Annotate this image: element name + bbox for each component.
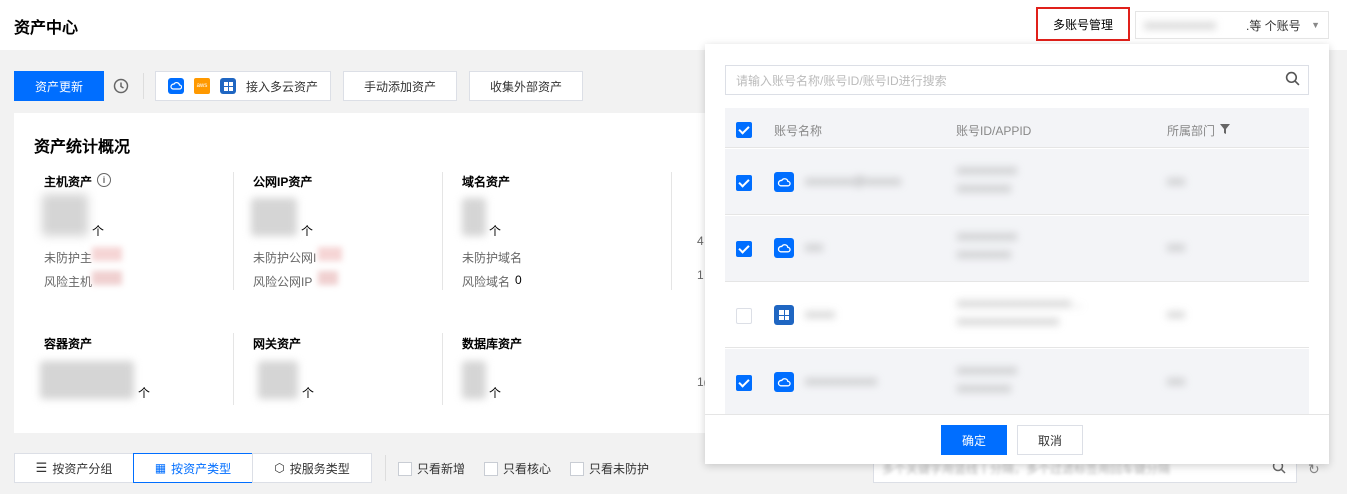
account-name: xxxxx — [805, 307, 835, 321]
public-ip-asset-label: 公网IP资产 — [253, 175, 313, 189]
public-ip-asset-unit: 个 — [301, 224, 314, 238]
tencent-cloud-icon — [774, 372, 794, 392]
public-ip-unprotected-label: 未防护公网I — [253, 251, 317, 265]
public-ip-risk-label: 风险公网IP — [253, 275, 313, 289]
domain-asset-unit: 个 — [489, 224, 502, 238]
partial-stat-num: 1 — [697, 268, 704, 282]
stat-divider — [233, 172, 234, 290]
account-appid: xxxxxxxxx — [957, 181, 1011, 195]
info-icon[interactable]: i — [97, 173, 111, 187]
select-all-checkbox[interactable] — [736, 122, 752, 138]
host-asset-label: 主机资产 — [44, 175, 93, 189]
container-asset-label: 容器资产 — [44, 337, 93, 351]
host-unprotected-label: 未防护主 — [44, 251, 93, 265]
gateway-asset-count — [258, 361, 298, 399]
tencent-cloud-icon — [774, 238, 794, 258]
overview-title: 资产统计概况 — [34, 139, 131, 156]
row-checkbox[interactable] — [736, 308, 752, 324]
container-asset-count — [40, 361, 134, 399]
only-new-checkbox[interactable]: 只看新增 — [398, 460, 465, 477]
column-account-name: 账号名称 — [774, 124, 823, 138]
stat-divider — [442, 172, 443, 290]
database-asset-count — [462, 361, 486, 399]
collect-external-asset-button[interactable]: 收集外部资产 — [469, 71, 583, 101]
account-row[interactable]: xxxxxxxx@xxxxxx xxxxxxxxxx xxxxxxxxx xxx — [725, 149, 1309, 215]
public-ip-asset-count — [251, 198, 297, 236]
host-risk-label: 风险主机 — [44, 275, 93, 289]
account-appid: xxxxxxxxx — [957, 247, 1011, 261]
tencent-cloud-icon — [774, 172, 794, 192]
only-core-checkbox[interactable]: 只看核心 — [484, 460, 551, 477]
account-selector-text: .等 个账号 — [1246, 18, 1301, 33]
multi-account-label: 多账号管理 — [1052, 17, 1113, 32]
column-account-id: 账号ID/APPID — [956, 124, 1032, 138]
database-asset-unit: 个 — [489, 386, 502, 400]
confirm-button[interactable]: 确定 — [941, 425, 1007, 455]
filter-divider — [385, 455, 386, 481]
host-asset-count — [42, 194, 88, 236]
account-selector[interactable]: xxxxxxxxxxxx .等 个账号 ▼ — [1135, 11, 1329, 39]
multi-account-button[interactable]: 多账号管理 — [1036, 7, 1130, 41]
view-by-group-tab[interactable]: ☰ 按资产分组 — [14, 453, 134, 483]
filter-icon[interactable] — [1220, 123, 1230, 137]
multi-cloud-access-button[interactable]: aws 接入多云资产 — [155, 71, 331, 101]
stat-divider — [233, 333, 234, 405]
history-clock-icon[interactable] — [113, 78, 129, 97]
account-name: xxxxxxxxxxxx — [805, 374, 877, 388]
cube-icon: ⬡ — [274, 461, 285, 475]
account-row[interactable]: xxx xxxxxxxxxx xxxxxxxxx xxx — [725, 216, 1309, 282]
multi-account-panel: 请输入账号名称/账号ID/账号ID进行搜索 账号名称 账号ID/APPID 所属… — [705, 44, 1329, 464]
row-checkbox[interactable] — [736, 375, 752, 391]
stat-divider — [671, 172, 672, 290]
partial-stat-num: 4 — [697, 234, 704, 248]
host-asset-unit: 个 — [92, 224, 105, 238]
container-asset-unit: 个 — [138, 386, 151, 400]
account-id: xxxxxxxxxxxxxxxxxxx… — [957, 296, 1083, 310]
database-asset-label: 数据库资产 — [462, 337, 523, 351]
cancel-button[interactable]: 取消 — [1017, 425, 1083, 455]
account-row[interactable]: xxxxx xxxxxxxxxxxxxxxxxxx… xxxxxxxxxxxxx… — [725, 282, 1309, 348]
row-checkbox[interactable] — [736, 241, 752, 257]
domain-risk-value: 0 — [515, 273, 522, 287]
grid-icon: ▦ — [154, 461, 167, 475]
account-department: xxx — [1167, 174, 1185, 188]
microsoft-azure-icon — [774, 305, 794, 325]
account-id: xxxxxxxxxx — [957, 163, 1017, 177]
row-checkbox[interactable] — [736, 175, 752, 191]
manual-add-asset-button[interactable]: 手动添加资产 — [343, 71, 457, 101]
account-appid: xxxxxxxxx — [957, 381, 1011, 395]
microsoft-azure-icon — [220, 78, 236, 94]
column-department: 所属部门 — [1167, 124, 1216, 138]
domain-risk-label: 风险域名 — [462, 275, 511, 289]
gateway-asset-label: 网关资产 — [253, 337, 302, 351]
toolbar-divider — [143, 73, 144, 99]
view-by-service-tab[interactable]: ⬡ 按服务类型 — [252, 453, 372, 483]
only-unprotected-checkbox[interactable]: 只看未防护 — [570, 460, 649, 477]
aws-icon: aws — [194, 78, 210, 94]
view-by-type-tab[interactable]: ▦ 按资产类型 — [133, 453, 253, 483]
list-icon: ☰ — [35, 460, 48, 475]
account-name: xxx — [805, 240, 823, 254]
page-title: 资产中心 — [14, 20, 79, 37]
domain-asset-label: 域名资产 — [462, 175, 511, 189]
gateway-asset-unit: 个 — [302, 386, 315, 400]
account-department: xxx — [1167, 374, 1185, 388]
caret-down-icon: ▼ — [1311, 20, 1320, 30]
search-icon[interactable] — [1285, 71, 1300, 89]
account-id: xxxxxxxxxx — [957, 363, 1017, 377]
domain-unprotected-label: 未防护域名 — [462, 251, 523, 265]
account-name: xxxxxxxx@xxxxxx — [805, 174, 902, 188]
domain-asset-count — [462, 198, 486, 236]
asset-update-button[interactable]: 资产更新 — [14, 71, 104, 101]
account-search-input[interactable]: 请输入账号名称/账号ID/账号ID进行搜索 — [725, 65, 1309, 95]
tencent-cloud-icon — [168, 78, 184, 94]
account-department: xxx — [1167, 240, 1185, 254]
stat-divider — [442, 333, 443, 405]
account-appid: xxxxxxxxxxxxxxxxx — [957, 314, 1059, 328]
account-id: xxxxxxxxxx — [957, 229, 1017, 243]
account-department: xxx — [1167, 307, 1185, 321]
account-row[interactable]: xxxxxxxxxxxx xxxxxxxxxx xxxxxxxxx xxx — [725, 349, 1309, 415]
